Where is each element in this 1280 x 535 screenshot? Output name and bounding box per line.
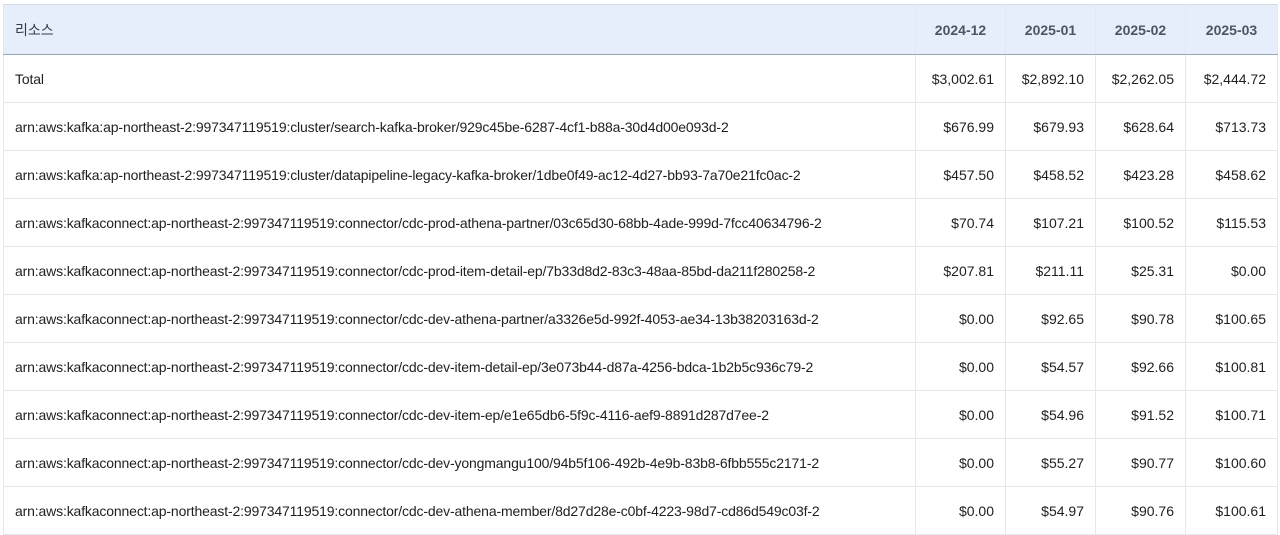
value-cell-2024-12: $0.00 bbox=[915, 486, 1006, 535]
value-cell-2025-03: $2,444.72 bbox=[1185, 54, 1278, 103]
value-cell-2025-02: $2,262.05 bbox=[1095, 54, 1186, 103]
column-header-resource[interactable]: 리소스 bbox=[3, 4, 916, 55]
value-cell-2024-12: $3,002.61 bbox=[915, 54, 1006, 103]
value-cell-2024-12: $676.99 bbox=[915, 102, 1006, 151]
value-cell-2025-02: $423.28 bbox=[1095, 150, 1186, 199]
value-cell-2025-01: $679.93 bbox=[1005, 102, 1096, 151]
resource-cell: arn:aws:kafkaconnect:ap-northeast-2:9973… bbox=[3, 342, 916, 391]
value-cell-2025-03: $100.65 bbox=[1185, 294, 1278, 343]
table-header: 리소스 2024-12 2025-01 2025-02 2025-03 bbox=[3, 4, 1278, 55]
column-header-2025-02[interactable]: 2025-02 bbox=[1095, 4, 1186, 55]
table-row: arn:aws:kafkaconnect:ap-northeast-2:9973… bbox=[3, 246, 1278, 295]
value-cell-2024-12: $207.81 bbox=[915, 246, 1006, 295]
value-cell-2024-12: $0.00 bbox=[915, 294, 1006, 343]
resource-cell: arn:aws:kafkaconnect:ap-northeast-2:9973… bbox=[3, 390, 916, 439]
value-cell-2025-02: $91.52 bbox=[1095, 390, 1186, 439]
value-cell-2025-01: $211.11 bbox=[1005, 246, 1096, 295]
resource-cell: arn:aws:kafka:ap-northeast-2:99734711951… bbox=[3, 102, 916, 151]
table-row: arn:aws:kafkaconnect:ap-northeast-2:9973… bbox=[3, 198, 1278, 247]
table-row: arn:aws:kafkaconnect:ap-northeast-2:9973… bbox=[3, 294, 1278, 343]
resource-cell: arn:aws:kafkaconnect:ap-northeast-2:9973… bbox=[3, 198, 916, 247]
value-cell-2025-03: $713.73 bbox=[1185, 102, 1278, 151]
resource-cell: arn:aws:kafkaconnect:ap-northeast-2:9973… bbox=[3, 486, 916, 535]
resource-cell: arn:aws:kafkaconnect:ap-northeast-2:9973… bbox=[3, 294, 916, 343]
value-cell-2025-03: $100.81 bbox=[1185, 342, 1278, 391]
value-cell-2025-01: $54.97 bbox=[1005, 486, 1096, 535]
cost-table-container: 리소스 2024-12 2025-01 2025-02 2025-03 Tota… bbox=[3, 4, 1278, 535]
value-cell-2025-03: $100.60 bbox=[1185, 438, 1278, 487]
table-row: arn:aws:kafkaconnect:ap-northeast-2:9973… bbox=[3, 390, 1278, 439]
value-cell-2025-01: $458.52 bbox=[1005, 150, 1096, 199]
value-cell-2025-01: $107.21 bbox=[1005, 198, 1096, 247]
value-cell-2025-03: $100.71 bbox=[1185, 390, 1278, 439]
value-cell-2025-01: $55.27 bbox=[1005, 438, 1096, 487]
value-cell-2025-02: $92.66 bbox=[1095, 342, 1186, 391]
resource-cell: arn:aws:kafkaconnect:ap-northeast-2:9973… bbox=[3, 246, 916, 295]
value-cell-2025-02: $100.52 bbox=[1095, 198, 1186, 247]
value-cell-2025-01: $54.96 bbox=[1005, 390, 1096, 439]
table-row: arn:aws:kafka:ap-northeast-2:99734711951… bbox=[3, 150, 1278, 199]
table-row: arn:aws:kafkaconnect:ap-northeast-2:9973… bbox=[3, 342, 1278, 391]
value-cell-2025-01: $2,892.10 bbox=[1005, 54, 1096, 103]
column-header-2025-03[interactable]: 2025-03 bbox=[1185, 4, 1278, 55]
value-cell-2025-03: $100.61 bbox=[1185, 486, 1278, 535]
table-body: Total $3,002.61 $2,892.10 $2,262.05 $2,4… bbox=[3, 54, 1278, 535]
column-header-2024-12[interactable]: 2024-12 bbox=[915, 4, 1006, 55]
value-cell-2024-12: $0.00 bbox=[915, 342, 1006, 391]
resource-cell: arn:aws:kafkaconnect:ap-northeast-2:9973… bbox=[3, 438, 916, 487]
value-cell-2024-12: $70.74 bbox=[915, 198, 1006, 247]
header-row: 리소스 2024-12 2025-01 2025-02 2025-03 bbox=[3, 4, 1278, 55]
table-row-total: Total $3,002.61 $2,892.10 $2,262.05 $2,4… bbox=[3, 54, 1278, 103]
cost-table: 리소스 2024-12 2025-01 2025-02 2025-03 Tota… bbox=[3, 4, 1278, 535]
value-cell-2025-02: $90.76 bbox=[1095, 486, 1186, 535]
value-cell-2025-02: $90.77 bbox=[1095, 438, 1186, 487]
value-cell-2024-12: $0.00 bbox=[915, 438, 1006, 487]
value-cell-2024-12: $0.00 bbox=[915, 390, 1006, 439]
value-cell-2025-02: $25.31 bbox=[1095, 246, 1186, 295]
value-cell-2025-02: $628.64 bbox=[1095, 102, 1186, 151]
table-row: arn:aws:kafkaconnect:ap-northeast-2:9973… bbox=[3, 486, 1278, 535]
resource-cell: Total bbox=[3, 54, 916, 103]
table-row: arn:aws:kafkaconnect:ap-northeast-2:9973… bbox=[3, 438, 1278, 487]
value-cell-2025-03: $458.62 bbox=[1185, 150, 1278, 199]
value-cell-2025-02: $90.78 bbox=[1095, 294, 1186, 343]
value-cell-2025-01: $54.57 bbox=[1005, 342, 1096, 391]
value-cell-2024-12: $457.50 bbox=[915, 150, 1006, 199]
value-cell-2025-01: $92.65 bbox=[1005, 294, 1096, 343]
value-cell-2025-03: $115.53 bbox=[1185, 198, 1278, 247]
resource-cell: arn:aws:kafka:ap-northeast-2:99734711951… bbox=[3, 150, 916, 199]
value-cell-2025-03: $0.00 bbox=[1185, 246, 1278, 295]
column-header-2025-01[interactable]: 2025-01 bbox=[1005, 4, 1096, 55]
table-row: arn:aws:kafka:ap-northeast-2:99734711951… bbox=[3, 102, 1278, 151]
